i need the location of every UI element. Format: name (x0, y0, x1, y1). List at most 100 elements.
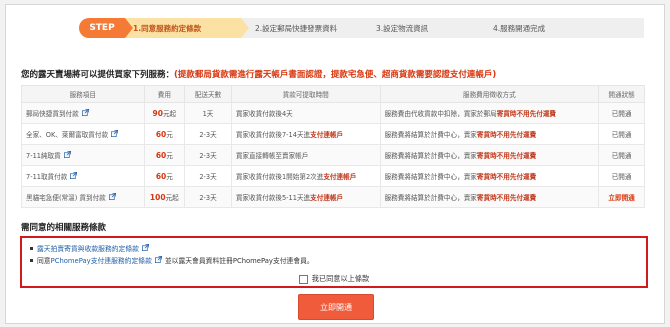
fee-cell: 60元 (143, 123, 186, 145)
withdraw-text: 支付連帳戶 (310, 131, 344, 139)
status-activated: 已開通 (598, 123, 645, 145)
agree-label: 我已同意以上條款 (311, 274, 370, 283)
terms-link-ruten[interactable]: 露天拍賣寄貨與收款服務約定條款 (37, 243, 139, 253)
service-name: 全家、OK、萊爾富取貨付款 (26, 130, 109, 139)
external-link-icon[interactable] (141, 243, 149, 253)
withdraw-cell: 買家直接轉帳至賣家帳戶 (230, 144, 381, 166)
external-link-icon[interactable] (108, 193, 116, 202)
fee-method-text: 寄貨時不用先付運費 (476, 131, 537, 139)
term-line-2: 同意 PChomePay支付連服務約定條款 並以露天會員資料註冊PChomePa… (30, 255, 314, 265)
service-name: 7-11取貨付款 (26, 172, 68, 181)
withdraw-text: 買家收貨付款後5-11天進 (235, 194, 311, 202)
external-link-icon[interactable] (63, 151, 71, 160)
external-link-icon[interactable] (111, 130, 119, 139)
service-name-cell: 郵局快捷貨到付款 (21, 102, 145, 124)
withdraw-text: 買家收貨付款後4天 (235, 110, 293, 118)
fee-method-text: 服務費由代收貨款中扣除，買家於郵局 (384, 110, 497, 118)
fee-method-cell: 服務費將結算於計費中心，賣家寄貨時不用先付運費 (379, 144, 600, 166)
fee-method-cell: 服務費將結算於計費中心，賣家寄貨時不用先付運費 (379, 186, 600, 208)
fee-unit: 元 (166, 173, 173, 181)
service-name-cell: 7-11純取貨 (21, 144, 145, 166)
withdraw-cell: 買家收貨付款後4天 (230, 102, 381, 124)
bullet-icon (30, 246, 33, 250)
col-header-days: 配送天數 (184, 85, 232, 103)
table-row: 7-11純取貨 60元 2-3天 買家直接轉帳至賣家帳戶 服務費將結算於計費中心，賣家寄… (21, 144, 645, 166)
agree-checkbox-row[interactable]: 我已同意以上條款 (22, 274, 646, 284)
status-activated: 已開通 (598, 144, 645, 166)
fee-method-text: 服務費將結算於計費中心，賣家 (384, 173, 477, 181)
services-heading: 您的露天賣場將可以提供買家下列服務：(提款郵局貨款需進行露天帳戶書面認證，提款宅… (21, 68, 496, 80)
col-header-status: 開通狀態 (598, 85, 645, 103)
term-line-1: 露天拍賣寄貨與收款服務約定條款 (30, 243, 149, 253)
external-link-icon[interactable] (81, 109, 89, 118)
fee-method-cell: 服務費由代收貨款中扣除，買家於郵局寄貨時不用先付運費 (379, 102, 600, 124)
fee-value: 60 (155, 172, 167, 181)
service-name-cell: 黑貓宅急便(常溫) 貨到付款 (21, 186, 145, 208)
col-header-service: 服務項目 (21, 85, 145, 103)
fee-unit: 元 (166, 131, 173, 139)
days-cell: 2-3天 (184, 144, 232, 166)
step-2: 2.設定郵局快捷發票資料 (241, 18, 370, 38)
fee-method-cell: 服務費將結算於計費中心，賣家寄貨時不用先付運費 (379, 165, 600, 187)
fee-value: 90 (152, 109, 163, 118)
withdraw-text: 支付連帳戶 (310, 194, 344, 202)
fee-method-text: 寄貨時不用先付運費 (476, 152, 537, 160)
external-link-icon[interactable] (70, 172, 78, 181)
withdraw-text: 買家收貨付款後7-14天進 (235, 131, 311, 139)
fee-method-text: 寄貨時不用先付運費 (476, 173, 537, 181)
activate-now-button[interactable]: 立即開通 (298, 294, 374, 320)
status-activated: 已開通 (598, 165, 645, 187)
table-row: 郵局快捷貨到付款 90元起 1天 買家收貨付款後4天 服務費由代收貨款中扣除，買家於郵局… (21, 102, 645, 124)
fee-cell: 100元起 (143, 186, 186, 208)
heading-note: (提款郵局貨款需進行露天帳戶書面認證，提款宅急便、超商貨款需要認證支付連帳戶) (174, 70, 497, 80)
service-name-cell: 7-11取貨付款 (21, 165, 145, 187)
fee-method-cell: 服務費將結算於計費中心，賣家寄貨時不用先付運費 (379, 123, 600, 145)
table-row: 全家、OK、萊爾富取貨付款 60元 2-3天 買家收貨付款後7-14天進支付連帳戶 服務… (21, 123, 645, 145)
service-name: 黑貓宅急便(常溫) 貨到付款 (26, 193, 106, 202)
days-cell: 2-3天 (184, 123, 232, 145)
step-3: 3.設定物流資訊 (362, 18, 487, 38)
fee-method-text: 服務費將結算於計費中心，賣家 (384, 152, 477, 160)
agree-checkbox[interactable] (298, 274, 308, 284)
fee-method-text: 服務費將結算於計費中心，賣家 (384, 194, 477, 202)
col-header-fee-method: 服務費用徵收方式 (379, 85, 600, 103)
step-indicator: 4.服務開通完成 3.設定物流資訊 2.設定郵局快捷發票資料 1.同意服務約定條… (79, 18, 644, 38)
fee-unit: 元起 (165, 194, 179, 202)
step-badge: STEP (79, 18, 133, 38)
fee-unit: 元 (166, 152, 173, 160)
withdraw-cell: 買家收貨付款後1開始第2次進支付連帳戶 (230, 165, 381, 187)
service-name: 7-11純取貨 (26, 151, 61, 160)
terms-link-pchomepay[interactable]: PChomePay支付連服務約定條款 (51, 255, 152, 265)
term-line-2-suffix: 並以露天會員資料註冊PChomePay支付連會員。 (164, 257, 314, 265)
fee-value: 60 (155, 130, 167, 139)
step-4: 4.服務開通完成 (479, 18, 644, 38)
days-cell: 1天 (184, 102, 232, 124)
activate-now-link[interactable]: 立即開通 (598, 186, 645, 208)
fee-cell: 60元 (143, 144, 186, 166)
step-3-label: 3.設定物流資訊 (376, 23, 429, 33)
terms-box: 露天拍賣寄貨與收款服務約定條款 同意 PChomePay支付連服務約定條款 並以… (20, 236, 648, 288)
terms-title: 需同意的相關服務條款 (21, 223, 107, 233)
table-row: 黑貓宅急便(常溫) 貨到付款 100元起 2-3天 買家收貨付款後5-11天進支付連帳… (21, 186, 645, 208)
withdraw-text: 買家收貨付款後1開始第2次進 (235, 173, 324, 181)
col-header-fee: 費用 (143, 85, 186, 103)
bullet-icon (30, 258, 33, 262)
heading-main: 您的露天賣場將可以提供買家下列服務： (21, 70, 175, 80)
col-header-withdraw: 貨款可提取時間 (230, 85, 381, 103)
days-cell: 2-3天 (184, 165, 232, 187)
withdraw-cell: 買家收貨付款後7-14天進支付連帳戶 (230, 123, 381, 145)
fee-cell: 90元起 (143, 102, 186, 124)
withdraw-text: 支付連帳戶 (323, 173, 357, 181)
fee-method-text: 寄貨時不用先付運費 (496, 110, 557, 118)
services-table: 服務項目 費用 配送天數 貨款可提取時間 服務費用徵收方式 開通狀態 郵局快捷貨… (21, 85, 645, 208)
status-activated: 已開通 (598, 102, 645, 124)
withdraw-text: 買家直接轉帳至賣家帳戶 (235, 152, 309, 160)
fee-unit: 元起 (162, 110, 177, 118)
fee-method-text: 寄貨時不用先付運費 (476, 194, 537, 202)
fee-value: 60 (155, 151, 167, 160)
table-header-row: 服務項目 費用 配送天數 貨款可提取時間 服務費用徵收方式 開通狀態 (21, 85, 645, 103)
fee-method-text: 服務費將結算於計費中心，賣家 (384, 131, 477, 139)
withdraw-cell: 買家收貨付款後5-11天進支付連帳戶 (230, 186, 381, 208)
fee-cell: 60元 (143, 165, 186, 187)
external-link-icon[interactable] (154, 255, 162, 265)
